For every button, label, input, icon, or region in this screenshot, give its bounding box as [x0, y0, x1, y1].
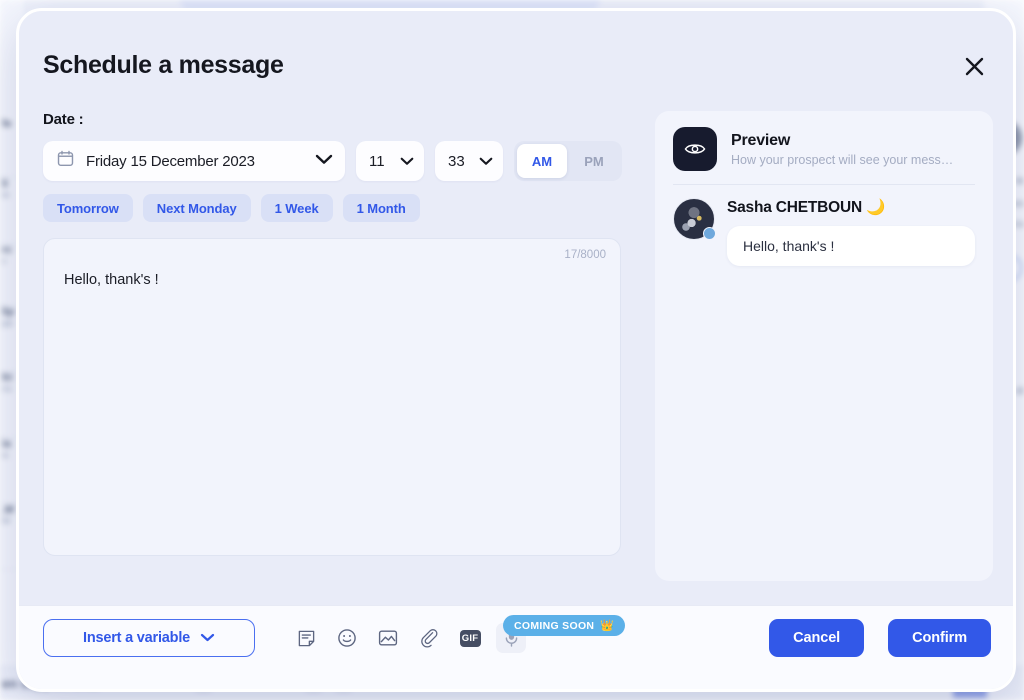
preview-panel: Preview How your prospect will see your …: [655, 111, 993, 581]
chip-1-month[interactable]: 1 Month: [343, 194, 420, 222]
meridiem-toggle: AM PM: [514, 141, 622, 181]
confirm-button[interactable]: Confirm: [888, 619, 991, 657]
eye-icon: [673, 127, 717, 171]
chip-next-monday[interactable]: Next Monday: [143, 194, 251, 222]
calendar-icon: [57, 150, 74, 172]
coming-soon-label: COMING SOON: [514, 620, 594, 632]
image-icon[interactable]: [373, 623, 403, 653]
preview-header: Preview How your prospect will see your …: [655, 111, 993, 171]
message-editor[interactable]: 17/8000 Hello, thank's !: [43, 238, 621, 556]
editor-toolbar: GIF: [291, 623, 526, 653]
chevron-down-icon: [315, 152, 333, 170]
chevron-down-icon: [400, 153, 414, 170]
chip-1-week[interactable]: 1 Week: [261, 194, 333, 222]
background-text: ie: [1015, 175, 1024, 187]
avatar: [673, 198, 715, 240]
gif-label: GIF: [460, 630, 481, 647]
minute-select[interactable]: 33: [435, 141, 503, 181]
hour-value: 11: [369, 153, 385, 170]
datetime-row: Friday 15 December 2023 11: [43, 141, 645, 181]
chip-tomorrow[interactable]: Tomorrow: [43, 194, 133, 222]
modal-footer: Insert a variable: [19, 605, 1013, 689]
page-title: Schedule a message: [43, 51, 284, 80]
note-icon[interactable]: [291, 623, 321, 653]
pm-button[interactable]: PM: [569, 144, 619, 178]
sender-name: Sasha CHETBOUN 🌙: [727, 198, 975, 217]
coming-soon-badge: COMING SOON 👑: [503, 615, 625, 636]
emoji-icon[interactable]: [332, 623, 362, 653]
footer-actions: Cancel Confirm: [769, 619, 991, 657]
chevron-down-icon: [200, 630, 215, 646]
online-badge-icon: [703, 227, 716, 240]
preview-title: Preview: [731, 132, 953, 150]
gif-icon[interactable]: GIF: [455, 623, 485, 653]
background-text: st: [1015, 385, 1024, 397]
hour-select[interactable]: 11: [356, 141, 424, 181]
cancel-button[interactable]: Cancel: [769, 619, 864, 657]
minute-value: 33: [448, 153, 465, 170]
insert-variable-label: Insert a variable: [83, 630, 190, 646]
preview-subtitle: How your prospect will see your mess…: [731, 153, 953, 167]
schedule-left-column: Date : Friday 15 December 2023: [43, 111, 645, 556]
close-icon[interactable]: [955, 47, 993, 85]
modal-header: Schedule a message: [19, 11, 1013, 111]
crown-icon: 👑: [600, 619, 614, 632]
chevron-down-icon: [479, 153, 493, 170]
message-bubble: Hello, thank's !: [727, 226, 975, 266]
date-value: Friday 15 December 2023: [86, 153, 315, 170]
modal-body: Date : Friday 15 December 2023: [19, 111, 1013, 605]
date-label: Date :: [43, 111, 645, 128]
preview-message: Sasha CHETBOUN 🌙 Hello, thank's !: [655, 185, 993, 266]
schedule-message-modal: Schedule a message Date :: [16, 8, 1016, 692]
message-input[interactable]: Hello, thank's !: [64, 270, 600, 292]
attachment-icon[interactable]: [414, 623, 444, 653]
quick-date-chips: Tomorrow Next Monday 1 Week 1 Month: [43, 194, 645, 222]
insert-variable-button[interactable]: Insert a variable: [43, 619, 255, 657]
date-picker[interactable]: Friday 15 December 2023: [43, 141, 345, 181]
preview-message-content: Sasha CHETBOUN 🌙 Hello, thank's !: [727, 198, 975, 266]
preview-header-text: Preview How your prospect will see your …: [731, 132, 953, 167]
character-counter: 17/8000: [564, 249, 606, 261]
am-button[interactable]: AM: [517, 144, 567, 178]
